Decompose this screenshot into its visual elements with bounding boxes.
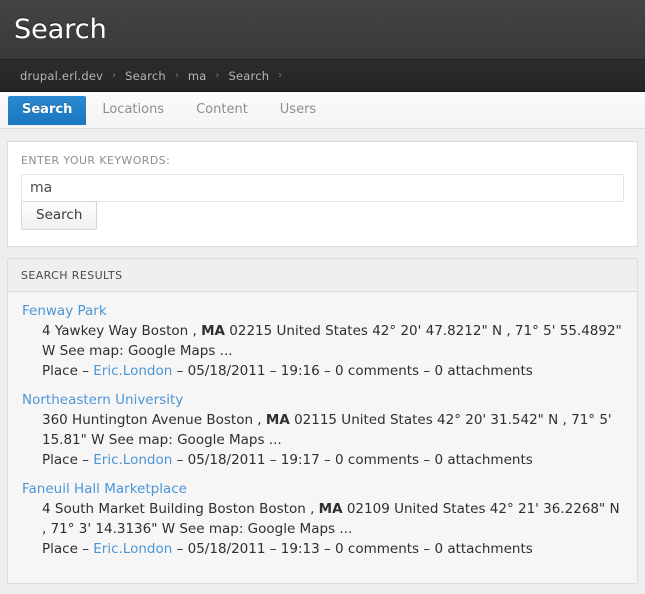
page-title: Search — [14, 14, 107, 45]
meta-separator: – — [176, 363, 184, 379]
meta-separator: – — [176, 541, 184, 557]
result-title-link[interactable]: Northeastern University — [22, 391, 625, 409]
breadcrumb-separator-icon: › — [278, 70, 283, 81]
result-snippet: 4 Yawkey Way Boston , MA 02215 United St… — [22, 321, 625, 361]
breadcrumb-separator-icon: › — [215, 70, 220, 81]
snippet-highlight: MA — [201, 323, 225, 339]
meta-date: 05/18/2011 — [187, 452, 266, 468]
tab-bar: Search Locations Content Users — [0, 92, 645, 129]
result-meta: Place – Eric.London – 05/18/2011 – 19:17… — [22, 450, 625, 470]
meta-type: Place — [42, 541, 78, 557]
meta-separator: – — [323, 452, 331, 468]
breadcrumb: drupal.erl.dev › Search › ma › Search › — [0, 60, 645, 92]
meta-date: 05/18/2011 — [187, 363, 266, 379]
meta-separator: – — [323, 541, 331, 557]
main-content: ENTER YOUR KEYWORDS: Search SEARCH RESUL… — [0, 129, 645, 584]
result-meta: Place – Eric.London – 05/18/2011 – 19:16… — [22, 361, 625, 381]
search-results-list: Fenway Park 4 Yawkey Way Boston , MA 022… — [8, 292, 637, 583]
meta-separator: – — [82, 363, 89, 379]
meta-separator: – — [269, 363, 277, 379]
meta-separator: – — [269, 541, 277, 557]
search-results-header: SEARCH RESULTS — [8, 259, 637, 292]
meta-author-link[interactable]: Eric.London — [93, 452, 172, 468]
meta-time: 19:17 — [280, 452, 320, 468]
meta-attachments: 0 attachments — [434, 452, 533, 468]
snippet-pre-text: 4 Yawkey Way Boston , — [42, 323, 202, 339]
result-snippet: 4 South Market Building Boston Boston , … — [22, 499, 625, 539]
meta-time: 19:16 — [280, 363, 320, 379]
tab-search[interactable]: Search — [8, 96, 87, 125]
search-results-panel: SEARCH RESULTS Fenway Park 4 Yawkey Way … — [7, 258, 638, 584]
breadcrumb-separator-icon: › — [174, 70, 179, 81]
result-snippet: 360 Huntington Avenue Boston , MA 02115 … — [22, 410, 625, 450]
breadcrumb-separator-icon: › — [112, 70, 117, 81]
snippet-pre-text: 4 South Market Building Boston Boston , — [42, 501, 319, 517]
result-meta: Place – Eric.London – 05/18/2011 – 19:13… — [22, 539, 625, 559]
search-result-item: Northeastern University 360 Huntington A… — [8, 391, 637, 470]
tab-content[interactable]: Content — [180, 96, 264, 125]
meta-separator: – — [423, 363, 431, 379]
page-header: Search — [0, 0, 645, 60]
result-title-link[interactable]: Fenway Park — [22, 302, 625, 320]
search-submit-button[interactable]: Search — [21, 201, 98, 230]
tab-users[interactable]: Users — [264, 96, 332, 125]
meta-time: 19:13 — [280, 541, 320, 557]
snippet-pre-text: 360 Huntington Avenue Boston , — [42, 412, 266, 428]
breadcrumb-item-site[interactable]: drupal.erl.dev — [20, 69, 103, 83]
meta-separator: – — [423, 541, 431, 557]
breadcrumb-item-search[interactable]: Search — [125, 69, 166, 83]
meta-comments: 0 comments — [335, 452, 420, 468]
tab-locations[interactable]: Locations — [86, 96, 180, 125]
meta-separator: – — [82, 452, 89, 468]
search-result-item: Faneuil Hall Marketplace 4 South Market … — [8, 480, 637, 559]
search-result-item: Fenway Park 4 Yawkey Way Boston , MA 022… — [8, 302, 637, 381]
search-input[interactable] — [21, 174, 624, 202]
snippet-highlight: MA — [318, 501, 343, 517]
meta-separator: – — [423, 452, 431, 468]
snippet-highlight: MA — [265, 412, 290, 428]
meta-separator: – — [176, 452, 184, 468]
meta-author-link[interactable]: Eric.London — [93, 363, 172, 379]
meta-type: Place — [42, 363, 78, 379]
meta-separator: – — [82, 541, 89, 557]
meta-separator: – — [323, 363, 331, 379]
result-title-link[interactable]: Faneuil Hall Marketplace — [22, 480, 625, 498]
breadcrumb-item-search-current[interactable]: Search — [229, 69, 270, 83]
keywords-label: ENTER YOUR KEYWORDS: — [21, 154, 171, 167]
meta-attachments: 0 attachments — [434, 541, 533, 557]
search-form: ENTER YOUR KEYWORDS: Search — [7, 141, 638, 247]
meta-author-link[interactable]: Eric.London — [93, 541, 172, 557]
meta-attachments: 0 attachments — [434, 363, 533, 379]
meta-type: Place — [42, 452, 78, 468]
meta-comments: 0 comments — [335, 541, 420, 557]
breadcrumb-item-keyword[interactable]: ma — [188, 69, 207, 83]
meta-separator: – — [269, 452, 277, 468]
meta-comments: 0 comments — [335, 363, 420, 379]
meta-date: 05/18/2011 — [187, 541, 266, 557]
